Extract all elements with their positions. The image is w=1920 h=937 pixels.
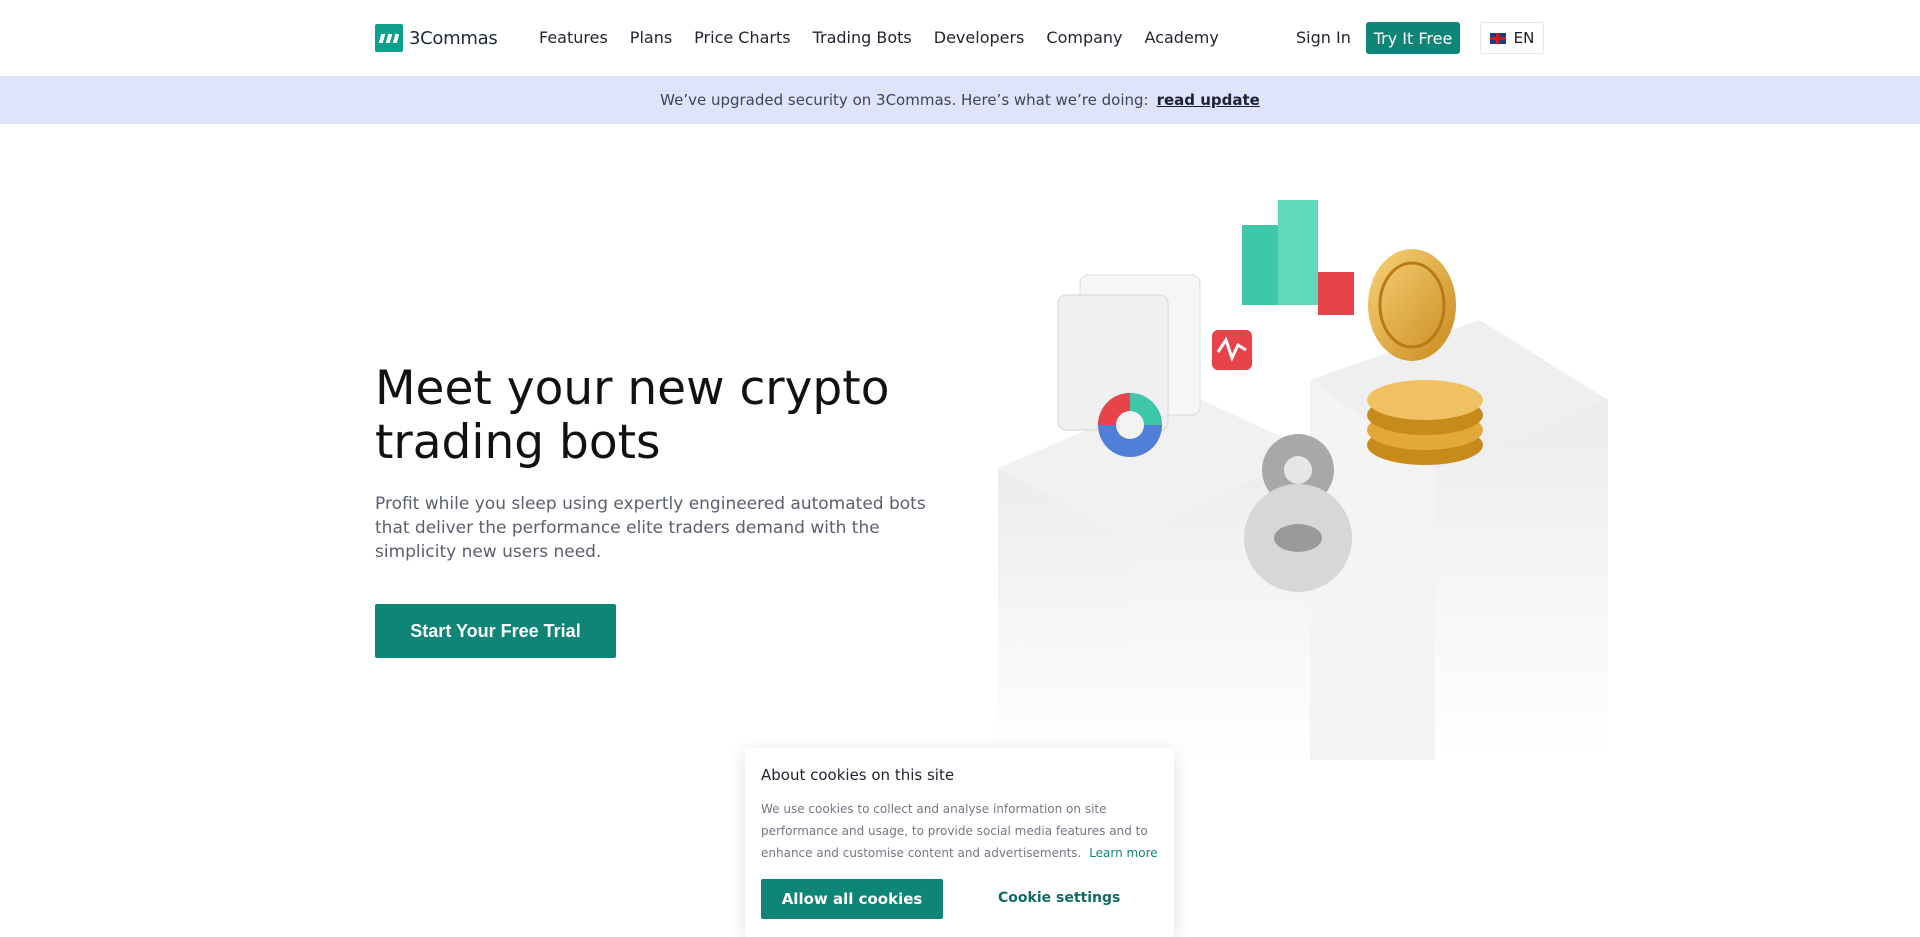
main-nav: Features Plans Price Charts Trading Bots… <box>539 28 1219 47</box>
logo[interactable]: 3Commas <box>375 24 498 52</box>
learn-more-link[interactable]: Learn more <box>1089 846 1157 860</box>
nav-item-features[interactable]: Features <box>539 28 608 47</box>
nav-item-plans[interactable]: Plans <box>630 28 672 47</box>
try-it-free-button[interactable]: Try It Free <box>1366 22 1460 54</box>
cookie-banner: About cookies on this site We use cookie… <box>745 748 1174 937</box>
cookie-title: About cookies on this site <box>761 766 955 784</box>
hero-illustration <box>998 200 1608 760</box>
banner-text: We’ve upgraded security on 3Commas. Here… <box>660 91 1149 109</box>
hero-subtitle: Profit while you sleep using expertly en… <box>375 494 926 562</box>
sign-in-link[interactable]: Sign In <box>1296 28 1351 47</box>
read-update-link[interactable]: read update <box>1157 91 1260 109</box>
nav-item-developers[interactable]: Developers <box>934 28 1025 47</box>
nav-item-price-charts[interactable]: Price Charts <box>694 28 790 47</box>
security-banner: We’ve upgraded security on 3Commas. Here… <box>0 76 1920 124</box>
start-free-trial-button[interactable]: Start Your Free Trial <box>375 604 616 658</box>
uk-flag-icon <box>1489 32 1506 44</box>
allow-all-cookies-button[interactable]: Allow all cookies <box>761 879 943 919</box>
logo-text: 3Commas <box>409 27 498 49</box>
language-label: EN <box>1513 29 1535 47</box>
hero-title-line2: trading bots <box>375 415 661 470</box>
bar-chart-icon <box>1242 200 1354 315</box>
language-selector[interactable]: EN <box>1480 22 1544 54</box>
hero-title-line1: Meet your new crypto <box>375 361 890 416</box>
hero-title: Meet your new crypto trading bots <box>375 362 935 470</box>
cookie-settings-link[interactable]: Cookie settings <box>998 890 1120 906</box>
logo-mark-icon <box>375 24 403 52</box>
site-header: 3Commas Features Plans Price Charts Trad… <box>0 0 1920 76</box>
nav-item-academy[interactable]: Academy <box>1145 28 1219 47</box>
nav-item-trading-bots[interactable]: Trading Bots <box>813 28 912 47</box>
cookie-text: We use cookies to collect and analyse in… <box>761 798 1159 864</box>
nav-item-company[interactable]: Company <box>1046 28 1122 47</box>
